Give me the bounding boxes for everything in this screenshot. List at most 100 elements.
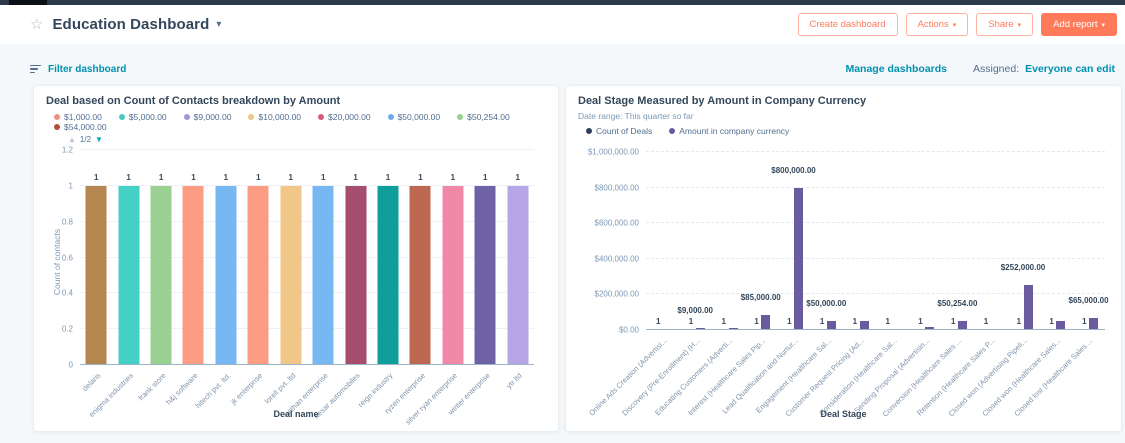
bar-slot: 1 hitech pvt. ltd. bbox=[193, 150, 242, 410]
bar-slot: 1 ytr ltd bbox=[501, 150, 533, 390]
x-axis-title: Deal Stage bbox=[820, 409, 867, 419]
share-button[interactable]: Share ▾ bbox=[976, 13, 1034, 36]
bar-value-label: 1 bbox=[353, 172, 358, 182]
legend-dot-icon bbox=[669, 128, 676, 134]
bar-slot: 1 Sending Proposal (Advertisin... bbox=[852, 152, 941, 415]
bar-slot: 1 $65,000.00 Closed lost (Healthcare Sales… bbox=[1013, 152, 1109, 418]
bar-slot: 1 $50,254.00 Conversion (Healthcare Sales … bbox=[881, 152, 977, 419]
x-axis-line bbox=[80, 364, 534, 365]
chart-area: 0 0.2 0.4 0.6 0.8 1 1.2 1 delaris 1 enigma industr… bbox=[46, 146, 546, 427]
deal-bar[interactable] bbox=[247, 185, 269, 365]
legend-label: $20,000.00 bbox=[328, 112, 371, 122]
amount-value-label: $65,000.00 bbox=[1068, 296, 1109, 306]
legend-dot-icon bbox=[54, 124, 60, 130]
deal-bar[interactable] bbox=[409, 185, 431, 365]
deal-bar[interactable] bbox=[312, 185, 334, 365]
bar-value-label: 1 bbox=[483, 172, 488, 182]
y-axis-title: Count of contacts bbox=[52, 228, 62, 295]
legend-label: $10,000.00 bbox=[258, 112, 302, 122]
bar-value-label: 1 bbox=[288, 172, 293, 182]
pager-down-icon[interactable]: ▼ bbox=[95, 135, 103, 144]
filter-dashboard-button[interactable]: Filter dashboard bbox=[30, 64, 126, 75]
bar-value-label: 1 bbox=[126, 172, 131, 182]
legend-item[interactable]: $1,000.00 bbox=[54, 112, 102, 122]
reports-grid: Deal based on Count of Contacts breakdow… bbox=[33, 85, 1122, 432]
legend-item[interactable]: $54,000.00 bbox=[54, 122, 107, 132]
deal-bar[interactable] bbox=[280, 185, 302, 365]
deal-bar[interactable] bbox=[85, 185, 107, 365]
bar-slot: 1 $50,000.00 Engagement (Healthcare Sal... bbox=[754, 152, 847, 415]
title-dropdown-caret-icon[interactable]: ▾ bbox=[216, 19, 221, 30]
amount-bar[interactable] bbox=[1023, 285, 1033, 330]
y-tick-label: 1.2 bbox=[61, 145, 73, 155]
add-report-button[interactable]: Add report ▾ bbox=[1041, 13, 1117, 36]
amount-bar[interactable] bbox=[794, 187, 804, 330]
count-of-deals-label: 1 bbox=[1082, 317, 1087, 326]
bar-slot: 1 frank store bbox=[136, 150, 177, 402]
deal-bar[interactable] bbox=[118, 185, 140, 365]
count-of-deals-label: 1 bbox=[918, 317, 923, 326]
legend-label: Count of Deals bbox=[596, 126, 653, 136]
amount-bar[interactable] bbox=[761, 314, 771, 330]
bar-slot: 1 Customer Request Pricing (Ad... bbox=[783, 152, 876, 418]
deal-bar[interactable] bbox=[215, 185, 237, 365]
chrome-tab-edge bbox=[9, 0, 47, 5]
bar-slot: 1 h&j software bbox=[164, 150, 209, 407]
date-range-label: Date range: This quarter so far bbox=[578, 111, 694, 121]
chart-legend: Count of Deals Amount in company currency bbox=[586, 126, 1109, 136]
y-tick-label: $0.00 bbox=[618, 325, 639, 335]
bar-slot: 1 nesar automobiles bbox=[312, 150, 371, 421]
y-tick-label: 1 bbox=[68, 181, 73, 191]
actions-button[interactable]: Actions ▾ bbox=[905, 13, 969, 36]
legend-label: Amount in company currency bbox=[679, 126, 790, 136]
legend-label: $50,254.00 bbox=[467, 112, 510, 122]
amount-value-label: $50,254.00 bbox=[937, 299, 978, 309]
legend-item[interactable]: $9,000.00 bbox=[183, 112, 232, 122]
legend-item[interactable]: $50,000.00 bbox=[387, 112, 440, 122]
assigned-value-link[interactable]: Everyone can edit bbox=[1025, 63, 1115, 75]
chart-title: Deal based on Count of Contacts breakdow… bbox=[46, 95, 341, 107]
filter-icon bbox=[30, 64, 41, 74]
create-dashboard-button[interactable]: Create dashboard bbox=[797, 13, 898, 36]
bar-value-label: 1 bbox=[450, 172, 456, 182]
bar-value-label: 1 bbox=[158, 172, 164, 182]
legend-dot-icon bbox=[183, 114, 190, 120]
count-of-deals-label: 1 bbox=[655, 317, 661, 326]
bar-slot: 1 nathan enterprise bbox=[282, 150, 339, 419]
assigned-status: Assigned: Everyone can edit bbox=[973, 63, 1115, 75]
legend-item[interactable]: $20,000.00 bbox=[318, 112, 371, 122]
bar-slot: 1 $800,000.00 Lead Qualification and Nurtu… bbox=[720, 152, 815, 416]
count-of-deals-label: 1 bbox=[721, 317, 726, 326]
bar-slot: 1 winter enterprise bbox=[446, 150, 501, 417]
legend-item[interactable]: Count of Deals bbox=[586, 126, 652, 136]
deal-bar[interactable] bbox=[507, 185, 529, 365]
page-title: Education Dashboard bbox=[52, 16, 210, 33]
count-of-deals-label: 1 bbox=[754, 317, 759, 326]
bar-value-label: 1 bbox=[256, 172, 261, 182]
amount-value-label: $252,000.00 bbox=[1000, 263, 1046, 273]
legend-item[interactable]: Amount in company currency bbox=[669, 126, 789, 136]
legend-label: $9,000.00 bbox=[193, 112, 232, 122]
bar-value-label: 1 bbox=[93, 172, 99, 182]
bar-chart-plot: $0.00 $200,000.00 $400,000.00 $600,000.00 $8… bbox=[587, 148, 1109, 419]
deal-bar[interactable] bbox=[377, 185, 399, 365]
legend-item[interactable]: $50,254.00 bbox=[457, 112, 510, 122]
legend-label: $54,000.00 bbox=[64, 122, 107, 132]
manage-dashboards-link[interactable]: Manage dashboards bbox=[845, 63, 947, 75]
deal-bar[interactable] bbox=[345, 185, 367, 365]
legend-item[interactable]: $5,000.00 bbox=[118, 112, 167, 122]
amount-value-label: $800,000.00 bbox=[771, 165, 816, 175]
deal-bar[interactable] bbox=[474, 185, 496, 365]
deal-bar[interactable] bbox=[442, 185, 464, 365]
deal-bar[interactable] bbox=[182, 185, 204, 365]
pager-up-icon[interactable]: ▲ bbox=[68, 135, 76, 144]
y-tick-label: $200,000.00 bbox=[594, 289, 640, 299]
y-tick-label: 0.6 bbox=[61, 253, 73, 262]
legend-item[interactable]: $10,000.00 bbox=[248, 112, 301, 122]
favorite-star-icon[interactable]: ☆ bbox=[30, 17, 43, 32]
report-card-deal-stage-amount: Deal Stage Measured by Amount in Company… bbox=[565, 85, 1122, 432]
deal-bar[interactable] bbox=[150, 185, 172, 365]
bar-value-label: 1 bbox=[223, 172, 229, 182]
toolbar-right: Manage dashboards Assigned: Everyone can … bbox=[845, 63, 1115, 75]
chart-legend: $1,000.00 $5,000.00 $9,000.00 $10,000.00 $20… bbox=[54, 112, 546, 132]
